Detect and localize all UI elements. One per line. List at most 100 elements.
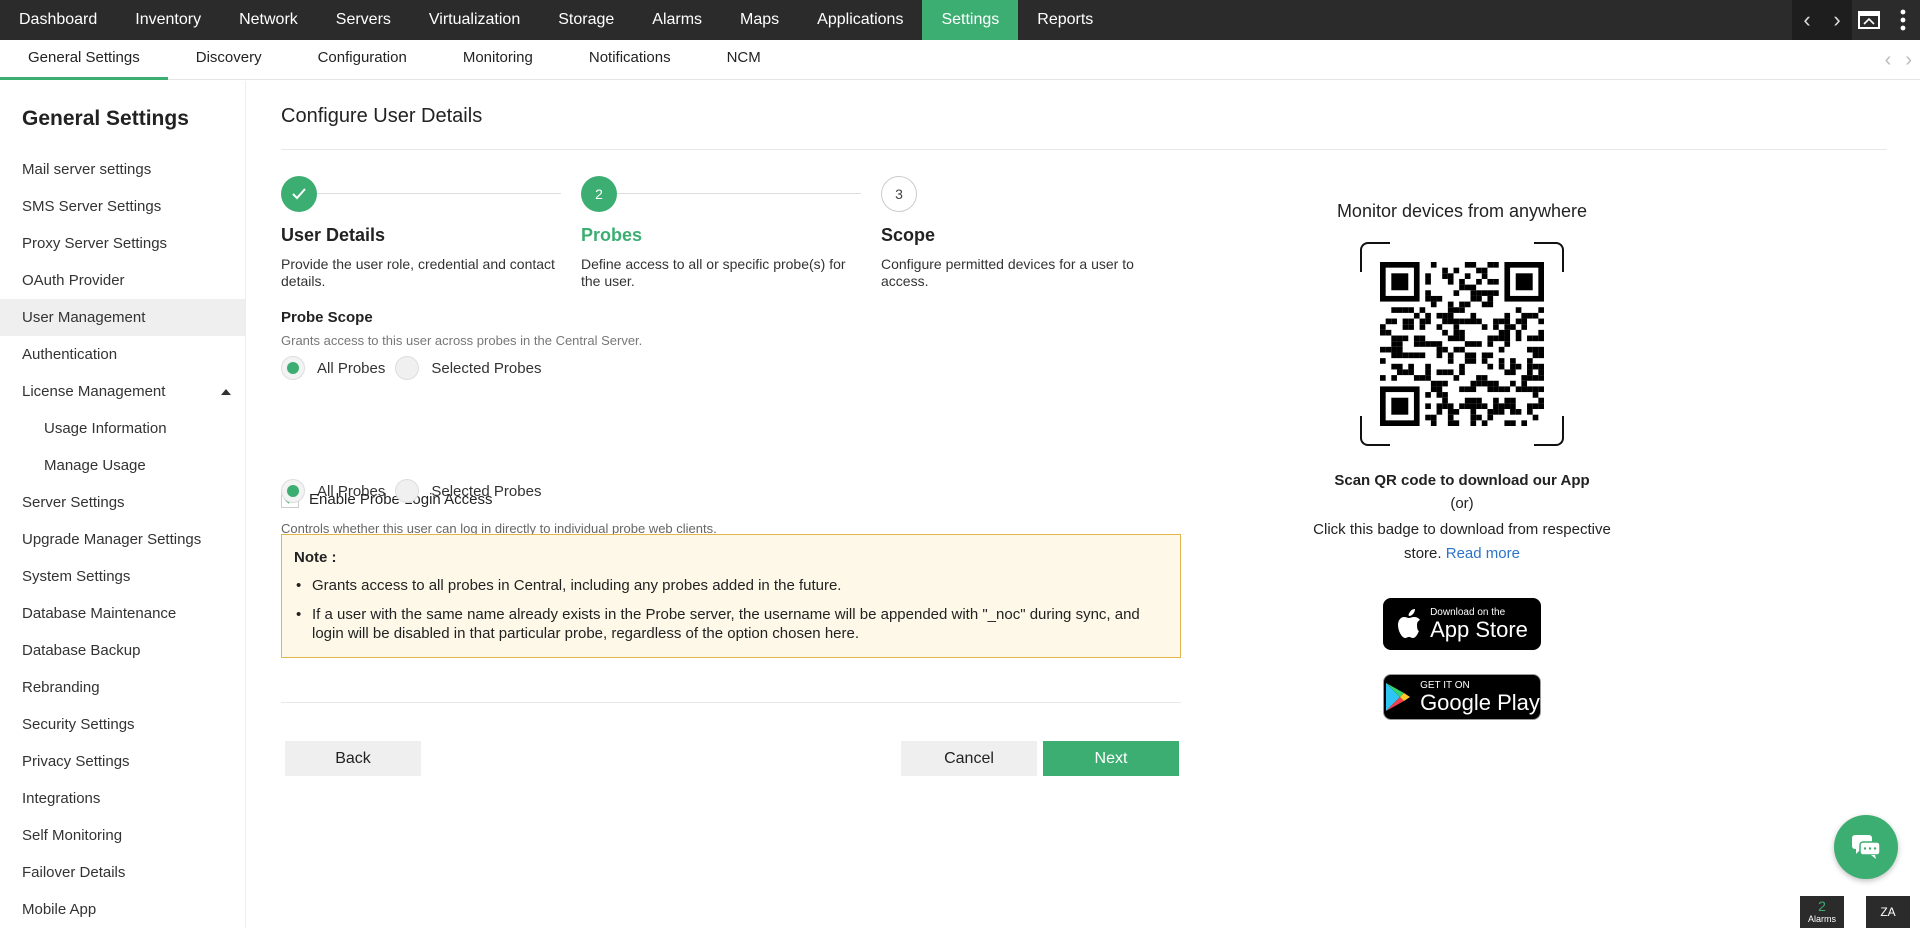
top-nav-alarms[interactable]: Alarms [633, 0, 721, 40]
google-play-small-text: GET IT ON [1420, 679, 1470, 691]
subnav-configuration[interactable]: Configuration [290, 40, 435, 80]
sidebar-item-upgrade-manager[interactable]: Upgrade Manager Settings [0, 521, 245, 558]
qr-code [1360, 242, 1564, 446]
sidebar-item-database-maintenance[interactable]: Database Maintenance [0, 595, 245, 632]
sidebar-item-failover-details[interactable]: Failover Details [0, 854, 245, 891]
sidebar-item-sms-server[interactable]: SMS Server Settings [0, 188, 245, 225]
caret-up-icon[interactable] [221, 389, 231, 395]
radio-all-probes-label: All Probes [317, 359, 386, 377]
radio-login-all-probes[interactable] [281, 479, 305, 503]
subnav-ncm[interactable]: NCM [699, 40, 789, 80]
sidebar-item-mail-server[interactable]: Mail server settings [0, 151, 245, 188]
google-play-badge[interactable]: GET IT ON Google Play [1383, 674, 1541, 720]
scan-qr-text: Scan QR code to download our App [1334, 472, 1590, 489]
chevron-right-icon[interactable]: › [1905, 49, 1912, 72]
sidebar-item-database-backup[interactable]: Database Backup [0, 632, 245, 669]
sidebar-item-oauth-provider[interactable]: OAuth Provider [0, 262, 245, 299]
sidebar-item-system-settings[interactable]: System Settings [0, 558, 245, 595]
probe-scope-description: Grants access to this user across probes… [281, 333, 643, 348]
top-navbar: Dashboard Inventory Network Servers Virt… [0, 0, 1920, 40]
sidebar-item-usage-information[interactable]: Usage Information [0, 410, 245, 447]
sidebar-item-rebranding[interactable]: Rebranding [0, 669, 245, 706]
back-button[interactable]: Back [285, 741, 421, 776]
note-title: Note : [294, 549, 337, 566]
top-nav-maps[interactable]: Maps [721, 0, 798, 40]
top-nav-reports[interactable]: Reports [1018, 0, 1112, 40]
more-vertical-icon[interactable] [1886, 0, 1920, 40]
note-list: Grants access to all probes in Central, … [294, 576, 1168, 643]
chevron-left-icon[interactable]: ‹ [1792, 0, 1822, 40]
app-store-small-text: Download on the [1430, 606, 1506, 618]
probe-scope-title: Probe Scope [281, 309, 373, 326]
radio-login-selected-probes[interactable] [395, 479, 420, 503]
sidebar-item-proxy-server[interactable]: Proxy Server Settings [0, 225, 245, 262]
top-nav-menu: Dashboard Inventory Network Servers Virt… [0, 0, 1112, 40]
chevron-left-icon[interactable]: ‹ [1885, 49, 1892, 72]
subnav-notifications[interactable]: Notifications [561, 40, 699, 80]
subnav-monitoring[interactable]: Monitoring [435, 40, 561, 80]
sidebar-item-integrations[interactable]: Integrations [0, 780, 245, 817]
apple-icon [1398, 609, 1421, 638]
step-connector [617, 193, 861, 194]
google-play-icon [1386, 683, 1411, 711]
radio-all-probes[interactable] [281, 356, 305, 380]
sub-navbar: General Settings Discovery Configuration… [0, 40, 1920, 80]
sidebar-item-authentication[interactable]: Authentication [0, 336, 245, 373]
top-nav-servers[interactable]: Servers [317, 0, 410, 40]
radio-selected-probes[interactable] [395, 356, 420, 380]
top-nav-network[interactable]: Network [220, 0, 317, 40]
sidebar-item-manage-usage[interactable]: Manage Usage [0, 447, 245, 484]
zia-badge-label: ZA [1880, 905, 1896, 919]
sidebar-item-label: License Management [22, 383, 166, 400]
step-3-indicator: 3 [881, 176, 917, 212]
sidebar-item-server-settings[interactable]: Server Settings [0, 484, 245, 521]
note-box: Note : Grants access to all probes in Ce… [281, 534, 1181, 658]
sidebar-item-security-settings[interactable]: Security Settings [0, 706, 245, 743]
read-more-link[interactable]: Read more [1446, 545, 1520, 562]
probe-login-radio-group: All Probes Selected Probes [281, 478, 551, 504]
window-icon[interactable] [1852, 0, 1886, 40]
cancel-button[interactable]: Cancel [901, 741, 1037, 776]
note-item: If a user with the same name already exi… [294, 605, 1168, 643]
subnav-scroll-arrows: ‹ › [1885, 40, 1912, 80]
or-text: (or) [1450, 495, 1474, 512]
probe-scope-radio-group: All Probes Selected Probes [281, 355, 551, 381]
google-play-big-text: Google Play [1420, 689, 1540, 715]
app-store-badge[interactable]: Download on the App Store [1383, 598, 1541, 650]
subnav-general-settings[interactable]: General Settings [0, 40, 168, 80]
radio-selected-probes-label: Selected Probes [431, 359, 542, 377]
zia-badge[interactable]: ZA [1866, 896, 1910, 928]
next-button[interactable]: Next [1043, 741, 1179, 776]
chevron-right-icon[interactable]: › [1822, 0, 1852, 40]
divider [281, 702, 1181, 703]
topbar-tools: ‹ › [1792, 0, 1920, 40]
alarms-badge[interactable]: 2 Alarms [1800, 896, 1844, 928]
step-2-title: Probes [581, 225, 643, 245]
top-nav-applications[interactable]: Applications [798, 0, 922, 40]
top-nav-inventory[interactable]: Inventory [116, 0, 220, 40]
top-nav-storage[interactable]: Storage [539, 0, 633, 40]
sidebar-item-mobile-app[interactable]: Mobile App [0, 891, 245, 928]
page-title: Configure User Details [281, 105, 483, 127]
step-3-description: Configure permitted devices for a user t… [881, 256, 1134, 289]
google-play-badge-text: GET IT ON Google Play [1420, 680, 1540, 715]
step-connector [317, 193, 561, 194]
sidebar-item-user-management[interactable]: User Management [0, 299, 245, 336]
step-2-description: Define access to all or specific probe(s… [581, 256, 846, 289]
qr-code-icon [1380, 262, 1544, 426]
step-1-description: Provide the user role, credential and co… [281, 256, 555, 289]
step-1-title: User Details [281, 225, 386, 245]
subnav-discovery[interactable]: Discovery [168, 40, 290, 80]
app-store-big-text: App Store [1430, 616, 1528, 642]
sidebar-item-privacy-settings[interactable]: Privacy Settings [0, 743, 245, 780]
sidebar-item-self-monitoring[interactable]: Self Monitoring [0, 817, 245, 854]
sidebar-item-license-management[interactable]: License Management [0, 373, 245, 410]
main-content: Configure User Details 2 3 User Details … [247, 81, 1920, 928]
note-item: Grants access to all probes in Central, … [294, 576, 1168, 595]
divider [281, 149, 1887, 150]
top-nav-dashboard[interactable]: Dashboard [0, 0, 116, 40]
app-panel-title: Monitor devices from anywhere [1336, 201, 1588, 221]
chat-button[interactable] [1834, 815, 1898, 879]
top-nav-virtualization[interactable]: Virtualization [410, 0, 539, 40]
top-nav-settings[interactable]: Settings [922, 0, 1019, 40]
